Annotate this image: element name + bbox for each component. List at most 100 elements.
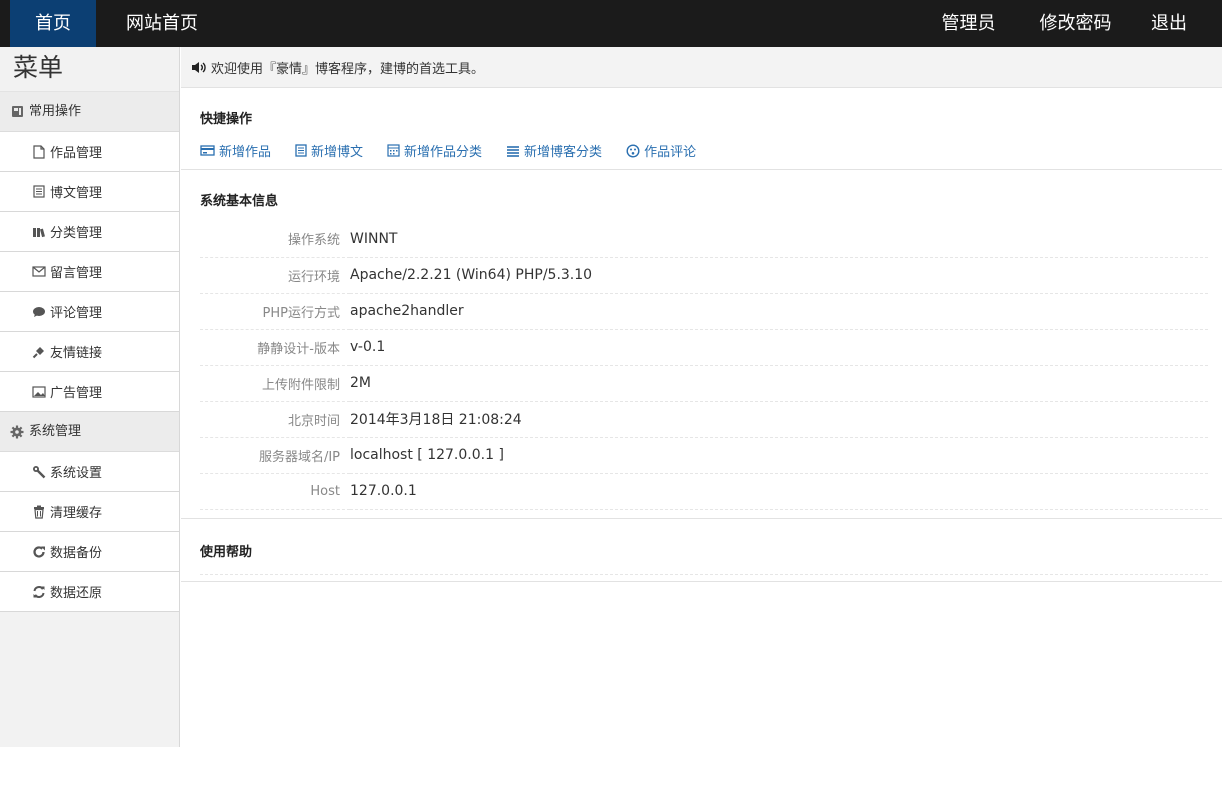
info-value: localhost [ 127.0.0.1 ]: [350, 437, 1208, 474]
sidebar-item-backup[interactable]: 数据备份: [0, 532, 179, 572]
table-row: Host 127.0.0.1: [200, 473, 1208, 510]
sidebar-group-label: 系统管理: [29, 423, 82, 439]
info-value: 2014年3月18日 21:08:24: [350, 401, 1208, 438]
sync-icon: [32, 585, 46, 599]
nav-home-link[interactable]: 首页: [10, 0, 96, 47]
sidebar-item-label: 友情链接: [50, 346, 103, 361]
sidebar-item-label: 分类管理: [50, 226, 103, 241]
welcome-text: 欢迎使用『豪情』博客程序，建博的首选工具。: [211, 61, 485, 77]
table-row: PHP运行方式 apache2handler: [200, 293, 1208, 330]
smile-icon: [626, 143, 640, 158]
info-key: Host: [200, 473, 350, 510]
envelope-icon: [32, 265, 46, 279]
credit-card-icon: [200, 145, 215, 156]
table-row: 静静设计-版本 v-0.1: [200, 329, 1208, 366]
quick-link-label: 新增作品分类: [404, 145, 483, 160]
list-alt-icon: [295, 144, 307, 157]
sidebar-item-label: 作品管理: [50, 146, 103, 161]
quick-add-work-link[interactable]: 新增作品: [200, 141, 271, 160]
top-nav-right: 管理员 修改密码 退出: [919, 0, 1222, 47]
sidebar-item-label: 数据还原: [50, 586, 103, 601]
sidebar-item-categories[interactable]: 分类管理: [0, 212, 179, 252]
sidebar-item-label: 广告管理: [50, 386, 103, 401]
info-value: 127.0.0.1: [350, 473, 1208, 510]
info-key: 北京时间: [200, 401, 350, 438]
volume-icon: [191, 61, 207, 74]
table-row: 操作系统 WINNT: [200, 221, 1208, 258]
info-value: Apache/2.2.21 (Win64) PHP/5.3.10: [350, 257, 1208, 294]
quick-actions-section: 快捷操作 新增作品 新增博文 新增作品分类 新增博客分类 作品评论: [181, 88, 1222, 170]
nav-change-password-link[interactable]: 修改密码: [1018, 0, 1133, 47]
main-content: 欢迎使用『豪情』博客程序，建博的首选工具。 快捷操作 新增作品 新增博文 新增作…: [181, 47, 1222, 747]
quick-actions-links: 新增作品 新增博文 新增作品分类 新增博客分类 作品评论: [200, 141, 1208, 160]
sidebar-item-works[interactable]: 作品管理: [0, 132, 179, 172]
sidebar: 菜单 常用操作 作品管理 博文管理 分类管理 留言管理 评论管理 友情链接 广告…: [0, 47, 180, 747]
picture-icon: [32, 385, 46, 399]
quick-add-work-category-link[interactable]: 新增作品分类: [387, 141, 482, 160]
wrench-icon: [32, 465, 46, 479]
system-info-section: 系统基本信息 操作系统 WINNT 运行环境 Apache/2.2.21 (Win6…: [181, 170, 1222, 519]
info-value: 2M: [350, 365, 1208, 402]
table-row: 北京时间 2014年3月18日 21:08:24: [200, 401, 1208, 438]
sidebar-item-label: 数据备份: [50, 546, 103, 561]
quick-add-blog-category-link[interactable]: 新增博客分类: [506, 141, 602, 160]
sidebar-item-messages[interactable]: 留言管理: [0, 252, 179, 292]
sidebar-item-label: 留言管理: [50, 266, 103, 281]
sidebar-item-links[interactable]: 友情链接: [0, 332, 179, 372]
sidebar-title: 菜单: [0, 47, 179, 92]
list-alt-icon: [32, 185, 46, 199]
sidebar-item-settings[interactable]: 系统设置: [0, 452, 179, 492]
sidebar-group-label: 常用操作: [29, 103, 82, 119]
info-value: WINNT: [350, 221, 1208, 258]
info-key: 静静设计-版本: [200, 329, 350, 366]
quick-work-comments-link[interactable]: 作品评论: [626, 141, 696, 160]
quick-add-post-link[interactable]: 新增博文: [295, 141, 363, 160]
help-divider: [200, 574, 1208, 575]
sidebar-item-comments[interactable]: 评论管理: [0, 292, 179, 332]
trash-icon: [32, 505, 46, 519]
sidebar-group-system[interactable]: 系统管理: [0, 412, 179, 452]
refresh-icon: [32, 545, 46, 559]
books-icon: [32, 225, 46, 239]
plug-icon: [32, 345, 46, 359]
sidebar-item-restore[interactable]: 数据还原: [0, 572, 179, 612]
info-key: 操作系统: [200, 221, 350, 258]
sidebar-group-common[interactable]: 常用操作: [0, 92, 179, 132]
info-value: v-0.1: [350, 329, 1208, 366]
top-navbar: 首页 网站首页 管理员 修改密码 退出: [0, 0, 1222, 47]
quick-link-label: 新增作品: [219, 145, 272, 160]
sidebar-item-label: 系统设置: [50, 466, 103, 481]
info-key: 上传附件限制: [200, 365, 350, 402]
welcome-bar: 欢迎使用『豪情』博客程序，建博的首选工具。: [181, 47, 1222, 88]
gear-icon: [10, 425, 24, 439]
sidebar-item-label: 博文管理: [50, 186, 103, 201]
system-info-title: 系统基本信息: [200, 194, 279, 209]
nav-logout-link[interactable]: 退出: [1133, 0, 1205, 47]
table-row: 上传附件限制 2M: [200, 365, 1208, 402]
top-nav-left: 首页 网站首页: [10, 0, 213, 47]
nav-admin-link[interactable]: 管理员: [919, 0, 1018, 47]
info-key: 运行环境: [200, 257, 350, 294]
comment-icon: [32, 305, 46, 319]
book-icon: [10, 105, 24, 119]
info-key: PHP运行方式: [200, 293, 350, 330]
info-key: 服务器域名/IP: [200, 437, 350, 474]
file-icon: [32, 144, 46, 159]
help-section: 使用帮助: [181, 519, 1222, 582]
sidebar-item-label: 清理缓存: [50, 506, 103, 521]
table-row: 服务器域名/IP localhost [ 127.0.0.1 ]: [200, 437, 1208, 474]
info-value: apache2handler: [350, 293, 1208, 330]
system-info-table: 操作系统 WINNT 运行环境 Apache/2.2.21 (Win64) PHP/…: [200, 221, 1208, 510]
quick-link-label: 新增博文: [311, 145, 364, 160]
sidebar-item-clear-cache[interactable]: 清理缓存: [0, 492, 179, 532]
calendar-icon: [387, 144, 400, 157]
sidebar-item-ads[interactable]: 广告管理: [0, 372, 179, 412]
sidebar-item-label: 评论管理: [50, 306, 103, 321]
quick-link-label: 新增博客分类: [524, 145, 603, 160]
table-row: 运行环境 Apache/2.2.21 (Win64) PHP/5.3.10: [200, 257, 1208, 294]
align-justify-icon: [506, 145, 520, 157]
help-title: 使用帮助: [200, 545, 253, 560]
quick-link-label: 作品评论: [644, 145, 697, 160]
nav-site-home-link[interactable]: 网站首页: [96, 0, 213, 47]
sidebar-item-posts[interactable]: 博文管理: [0, 172, 179, 212]
